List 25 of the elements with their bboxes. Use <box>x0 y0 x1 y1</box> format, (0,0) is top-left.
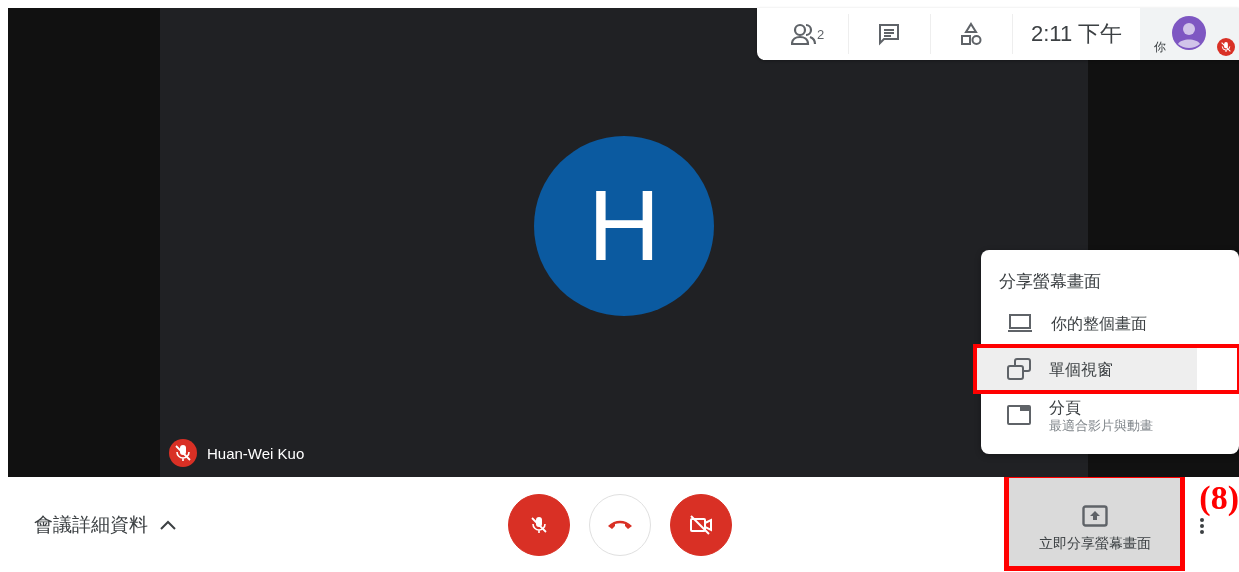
self-label: 你 <box>1154 39 1167 56</box>
menu-item[interactable]: 分頁 最適合影片與動畫 <box>981 394 1239 436</box>
chat-icon[interactable] <box>877 22 902 46</box>
more-options-icon[interactable] <box>1199 517 1206 535</box>
shapes-icon[interactable] <box>959 22 984 46</box>
clock-time: 2:11 下午 <box>1029 20 1124 48</box>
tab-icon <box>1007 405 1031 425</box>
menu-item[interactable]: 你的整個畫面 <box>981 302 1239 344</box>
meeting-details-button[interactable]: 會議詳細資料 <box>34 511 148 538</box>
laptop-icon <box>1007 313 1033 333</box>
present-screen-icon <box>1081 505 1108 527</box>
people-icon[interactable] <box>790 23 817 45</box>
participant-name: Huan-Wei Kuo <box>207 444 305 462</box>
menu-title: 分享螢幕畫面 <box>998 272 1102 293</box>
windows-icon <box>1007 358 1031 380</box>
muted-mic-icon <box>530 515 547 534</box>
annotation-label: (8) <box>1199 479 1239 517</box>
participant-avatar: H <box>534 135 714 316</box>
menu-item-description: 最適合影片與動畫 <box>1049 417 1153 433</box>
muted-mic-icon <box>175 444 191 462</box>
avatar-icon <box>1172 16 1207 50</box>
participant-count: 2 <box>816 26 825 42</box>
chevron-up-icon[interactable] <box>160 519 176 530</box>
hang-up-icon <box>606 518 633 531</box>
camera-off-icon <box>688 514 713 535</box>
